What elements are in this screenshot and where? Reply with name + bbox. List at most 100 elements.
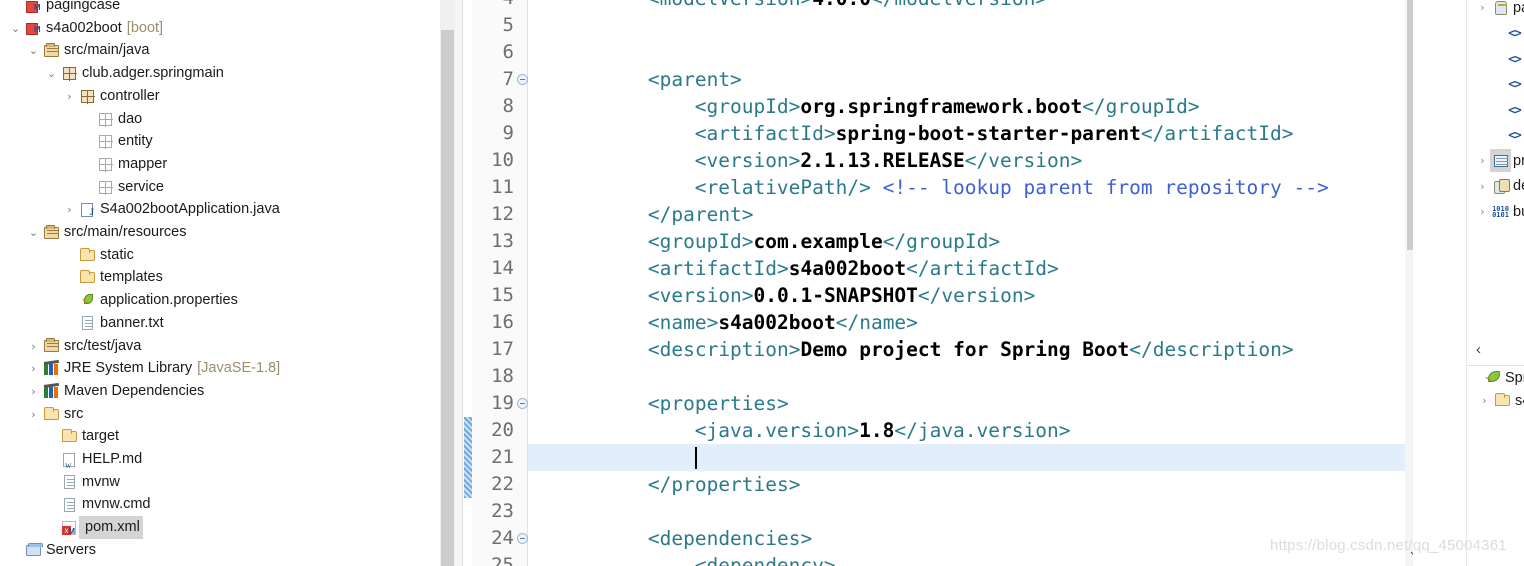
chevron-right-icon[interactable]: › (1475, 1, 1490, 14)
line-number: 22 (491, 473, 514, 495)
tree-item-label-wrap: src/main/resources (61, 221, 186, 244)
tree-item-label-wrap: controller (97, 85, 160, 108)
outline-item-description[interactable]: <>description (1489, 124, 1524, 147)
tree-item-s4a002bootapplication-java[interactable]: › S4a002bootApplication.java (62, 198, 279, 224)
explorer-scrollbar-thumb[interactable] (441, 30, 454, 566)
line-number: 7 (502, 68, 514, 90)
code-line[interactable]: <relativePath/> <!-- lookup parent from … (695, 174, 1329, 201)
code-token-cmt: <!-- lookup parent from repository --> (882, 176, 1329, 199)
code-token-val: org.springframework.boot (800, 95, 1083, 118)
fold-collapse-icon[interactable] (517, 398, 528, 409)
tree-item-servers[interactable]: Servers (8, 539, 96, 562)
outline-item-version[interactable]: <>version (1489, 73, 1524, 96)
tree-item-mvnw-cmd[interactable]: mvnw.cmd (44, 493, 151, 516)
code-line[interactable]: <description>Demo project for Spring Boo… (648, 336, 1294, 363)
chevron-right-icon[interactable]: › (26, 357, 41, 380)
chevron-right-icon[interactable]: › (1477, 394, 1492, 407)
fold-collapse-icon[interactable] (517, 533, 528, 544)
chevron-right-icon[interactable]: › (1475, 154, 1490, 167)
tree-item-label: dao (118, 110, 143, 127)
code-line[interactable]: <modelVersion>4.0.0</modelVersion> (648, 0, 1047, 12)
tree-item-src-test-java[interactable]: › src/test/java (26, 335, 141, 358)
editor-code-area[interactable]: <modelVersion>4.0.0</modelVersion> <paren… (528, 0, 1413, 566)
code-line[interactable]: <dependency> (695, 552, 836, 566)
tree-item-templates[interactable]: templates (62, 266, 163, 289)
spring-boot-dashboard-panel[interactable]: Spring Boot Dashboard › s4a002boot (1467, 365, 1524, 566)
code-line[interactable]: <parent> (648, 66, 742, 93)
java-file-icon (77, 198, 97, 224)
chevron-down-icon[interactable]: ⌄ (44, 62, 59, 85)
code-line[interactable]: <groupId>org.springframework.boot</group… (695, 93, 1200, 120)
chevron-right-icon[interactable]: › (26, 403, 41, 426)
code-token-tag: </properties> (647, 473, 801, 496)
outline-item-name[interactable]: <>name (1489, 98, 1524, 121)
code-line[interactable]: <name>s4a002boot</name> (648, 309, 918, 336)
tree-item-application-properties[interactable]: application.properties (62, 289, 238, 312)
tree-item-entity[interactable]: entity (80, 130, 153, 153)
tree-item-help-md[interactable]: HELP.md (44, 448, 142, 477)
xml-element-icon: <> (1508, 128, 1521, 142)
package-explorer-panel[interactable]: pagingcase ⌄ s4a002boot[boot] ⌄ src/main/jav… (0, 0, 455, 566)
tree-item-label: src/test/java (64, 337, 142, 354)
tree-item-maven-dependencies[interactable]: › Maven Dependencies (26, 380, 204, 403)
tree-item-pagingcase[interactable]: pagingcase (8, 0, 120, 19)
tree-item-dao[interactable]: dao (80, 108, 142, 131)
chevron-right-icon[interactable]: › (26, 380, 41, 403)
tree-item-pom-xml[interactable]: pom.xml (44, 516, 143, 543)
chevron-down-icon[interactable]: ⌄ (26, 221, 41, 244)
tree-item-src[interactable]: › src (26, 403, 83, 426)
outline-item-dependencies[interactable]: › dependencies (1475, 175, 1524, 198)
tree-item-static[interactable]: static (62, 244, 134, 267)
dashboard-item-s4a002boot[interactable]: › s4a002boot (1477, 389, 1524, 412)
chevron-right-icon[interactable]: › (26, 335, 41, 358)
tree-item-label: Servers (46, 541, 96, 558)
outline-item-properties[interactable]: › properties (1475, 149, 1524, 172)
tree-item-suffix: [boot] (126, 19, 164, 36)
chevron-down-icon[interactable]: ⌄ (26, 39, 41, 62)
outline-item-build[interactable]: ›10100101 build (1475, 200, 1524, 223)
code-token-val: s4a002boot (788, 257, 907, 280)
code-line[interactable]: <java.version>1.8</java.version> (695, 417, 1071, 444)
line-number: 10 (491, 149, 514, 171)
chevron-right-icon[interactable]: › (62, 85, 77, 108)
tree-item-src-main-java[interactable]: ⌄ src/main/java (26, 39, 150, 62)
tree-item-label: entity (118, 133, 153, 150)
code-line[interactable]: <version>2.1.13.RELEASE</version> (695, 147, 1082, 174)
chevron-left-icon[interactable]: ‹ (1467, 336, 1490, 362)
chevron-right-icon[interactable]: › (1475, 205, 1490, 218)
chevron-down-icon[interactable]: ⌄ (8, 17, 23, 40)
tree-item-src-main-resources[interactable]: ⌄ src/main/resources (26, 221, 187, 244)
code-line[interactable]: </properties> (648, 471, 801, 498)
code-line[interactable]: <artifactId>spring-boot-starter-parent</… (695, 120, 1294, 147)
code-line[interactable]: <dependencies> (648, 525, 812, 552)
code-line[interactable]: <properties> (648, 390, 789, 417)
tree-item-banner-txt[interactable]: banner.txt (62, 312, 164, 335)
line-number: 9 (502, 122, 514, 144)
fold-collapse-icon[interactable] (517, 74, 528, 85)
source-folder-icon (41, 39, 61, 62)
line-number: 14 (491, 257, 514, 279)
tree-item-controller[interactable]: › controller (62, 85, 160, 108)
code-line[interactable]: </parent> (648, 201, 754, 228)
tree-item-club-adger-springmain[interactable]: ⌄ club.adger.springmain (44, 62, 224, 85)
code-line[interactable]: <version>0.0.1-SNAPSHOT</version> (648, 282, 1035, 309)
chevron-right-icon[interactable]: › (1475, 180, 1490, 193)
tree-item-s4a002boot[interactable]: ⌄ s4a002boot[boot] (8, 17, 164, 41)
outline-item-groupid[interactable]: <>groupId (1489, 22, 1524, 45)
tree-item-mvnw[interactable]: mvnw (44, 471, 120, 494)
tree-item-jre-system-library[interactable]: › JRE System Library [JavaSE-1.8] (26, 357, 280, 380)
outline-panel[interactable]: › parent <>groupId<>artifactId <>version<>n… (1467, 0, 1524, 330)
outline-item-label: properties (1513, 152, 1524, 169)
outline-item-artifactid[interactable]: <>artifactId (1489, 47, 1524, 70)
chevron-right-icon[interactable]: › (62, 198, 77, 221)
code-line[interactable]: <artifactId>s4a002boot</artifactId> (648, 255, 1059, 282)
pom-xml-editor[interactable]: <modelVersion>4.0.0</modelVersion> <paren… (455, 0, 1413, 566)
tree-item-label-wrap: banner.txt (97, 312, 164, 335)
tree-item-mapper[interactable]: mapper (80, 153, 167, 176)
code-line[interactable]: <groupId>com.example</groupId> (648, 228, 1000, 255)
outline-item-parent[interactable]: › parent (1475, 0, 1524, 19)
code-token-tag: </artifactId> (906, 257, 1059, 280)
tree-item-service[interactable]: service (80, 176, 164, 199)
editor-scrollbar-thumb[interactable] (1407, 0, 1413, 250)
tree-item-target[interactable]: target (44, 425, 119, 448)
